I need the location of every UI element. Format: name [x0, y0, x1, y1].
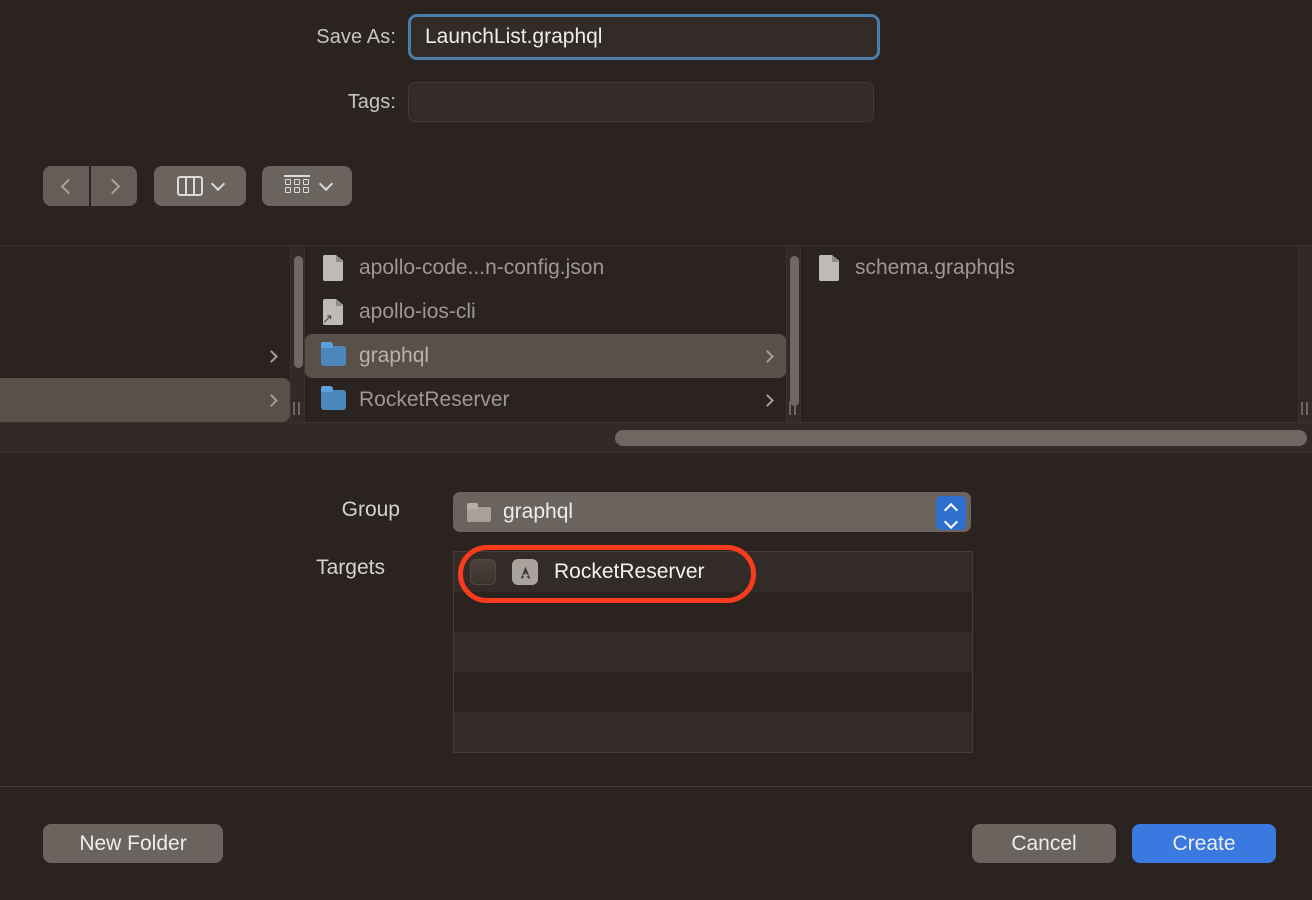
- target-row-empty: [454, 712, 972, 752]
- gallery-view-icon: [283, 175, 311, 197]
- save-as-input[interactable]: LaunchList.graphql: [411, 17, 877, 57]
- target-name: RocketReserver: [554, 560, 705, 583]
- list-item-label: apollo-code...n-config.json: [359, 256, 605, 279]
- column-resize-grip[interactable]: [1300, 402, 1311, 415]
- up-down-stepper-icon[interactable]: [936, 496, 966, 530]
- browser-horizontal-scrollbar[interactable]: [0, 422, 1312, 452]
- chevron-down-icon: [210, 176, 226, 191]
- forward-button[interactable]: [91, 166, 137, 206]
- targets-label: Targets: [316, 556, 385, 579]
- scrollbar-thumb[interactable]: [615, 430, 1307, 446]
- chevron-right-icon: [265, 349, 278, 363]
- list-item[interactable]: SE: [0, 246, 290, 290]
- chevron-right-icon: [265, 393, 278, 407]
- folder-icon: [319, 341, 347, 371]
- list-item[interactable]: RocketReserver: [305, 378, 786, 422]
- browser-column-3: schema.graphqls: [800, 246, 1312, 422]
- create-button[interactable]: Create: [1132, 824, 1276, 863]
- app-icon: [512, 559, 538, 585]
- chevron-right-icon: [104, 178, 120, 194]
- tags-input[interactable]: [408, 82, 874, 122]
- group-label: Group: [341, 498, 400, 521]
- group-value: graphql: [503, 500, 574, 523]
- gallery-view-button[interactable]: [262, 166, 352, 206]
- back-button[interactable]: [43, 166, 89, 206]
- document-icon: [815, 253, 843, 283]
- list-item[interactable]: graphql: [305, 334, 786, 378]
- browser-column-1-list: SE 1E.md -wip: [0, 246, 290, 422]
- file-browser: SE 1E.md -wip: [0, 246, 1312, 422]
- browser-column-1: SE 1E.md -wip: [0, 246, 304, 422]
- target-row[interactable]: RocketReserver: [454, 552, 972, 592]
- document-icon: [319, 253, 347, 283]
- list-item-label: RocketReserver: [359, 388, 510, 411]
- cancel-button[interactable]: Cancel: [972, 824, 1116, 863]
- list-item[interactable]: ↗ apollo-ios-cli: [305, 290, 786, 334]
- folder-icon: [319, 385, 347, 415]
- column-view-button[interactable]: [154, 166, 246, 206]
- browser-column-2: apollo-code...n-config.json ↗ apollo-ios…: [304, 246, 800, 422]
- folder-icon: [467, 502, 491, 522]
- list-item[interactable]: 1E.md: [0, 290, 290, 334]
- tags-label: Tags:: [347, 90, 396, 113]
- tags-row: Tags:: [0, 82, 900, 122]
- save-as-field-focus-ring: LaunchList.graphql: [408, 14, 880, 60]
- save-as-row: Save As: LaunchList.graphql: [0, 14, 900, 60]
- targets-list: RocketReserver: [453, 551, 973, 753]
- chevron-left-icon: [60, 178, 76, 194]
- column-3-scrollbar[interactable]: [1298, 246, 1312, 422]
- scrollbar-thumb[interactable]: [790, 256, 799, 406]
- column-2-scrollbar[interactable]: [786, 246, 800, 422]
- list-item[interactable]: apollo-code...n-config.json: [305, 246, 786, 290]
- browser-column-3-list: schema.graphqls: [801, 246, 1298, 422]
- column-resize-grip[interactable]: [292, 402, 303, 415]
- scrollbar-thumb[interactable]: [294, 256, 303, 368]
- group-popup-button[interactable]: graphql: [453, 492, 971, 532]
- new-folder-button[interactable]: New Folder: [43, 824, 223, 863]
- list-item[interactable]: schema.graphqls: [801, 246, 1298, 290]
- footer-divider: [0, 786, 1312, 787]
- browser-column-2-list: apollo-code...n-config.json ↗ apollo-ios…: [305, 246, 786, 422]
- list-item-label: apollo-ios-cli: [359, 300, 476, 323]
- column-1-scrollbar[interactable]: [290, 246, 304, 422]
- save-panel-dialog: Save As: LaunchList.graphql Tags: apollo…: [0, 0, 1312, 900]
- list-item[interactable]: [0, 334, 290, 378]
- column-view-icon: [177, 176, 203, 196]
- chevron-right-icon: [761, 349, 774, 363]
- browser-bottom-divider: [0, 452, 1312, 453]
- target-row-empty: [454, 632, 972, 672]
- chevron-down-icon: [318, 176, 334, 191]
- list-item-label: graphql: [359, 344, 430, 367]
- list-item[interactable]: -wip: [0, 378, 290, 422]
- target-row-empty: [454, 672, 972, 712]
- column-resize-grip[interactable]: [788, 402, 799, 415]
- alias-icon: ↗: [319, 297, 347, 327]
- list-item-label: schema.graphqls: [855, 256, 1015, 279]
- target-checkbox[interactable]: [470, 559, 496, 585]
- target-row-empty: [454, 592, 972, 632]
- browser-toolbar: graphql Search: [0, 162, 1312, 369]
- chevron-right-icon: [761, 393, 774, 407]
- save-as-label: Save As:: [316, 25, 396, 48]
